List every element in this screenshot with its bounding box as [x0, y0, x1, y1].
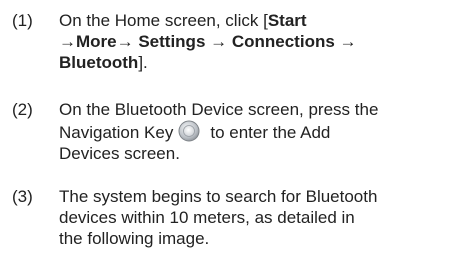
- navigation-key-icon: [178, 120, 200, 142]
- step-2-text: On the Bluetooth Device screen, press th…: [59, 99, 454, 164]
- step-3-line-2: devices within 10 meters, as detailed in: [59, 208, 355, 227]
- step-1-menu-path: →More→ Settings → Connections →: [59, 32, 357, 51]
- step-1-number: (1): [12, 11, 33, 30]
- step-2-line-2: Navigation Key to enter the Add: [59, 120, 454, 143]
- step-1-line-1: On the Home screen, click [Start: [59, 10, 454, 31]
- step-1-start-label: Start: [267, 11, 307, 30]
- step-3-line-3: the following image.: [59, 229, 210, 248]
- step-1-line-3-suffix: ].: [138, 53, 148, 72]
- step-3-number: (3): [12, 187, 33, 206]
- step-2-line-3: Devices screen.: [59, 144, 180, 163]
- instruction-document: (1) On the Home screen, click [Start →Mo…: [0, 0, 464, 262]
- step-2-line-2-before-icon: Navigation Key: [59, 123, 174, 142]
- step-1-line-1-prefix: On the Home screen, click [: [59, 11, 268, 30]
- step-3-line-1: The system begins to search for Bluetoot…: [59, 187, 378, 206]
- step-1-bluetooth-label: Bluetooth: [59, 53, 139, 72]
- step-2-line-1: On the Bluetooth Device screen, press th…: [59, 100, 379, 119]
- step-1-text: On the Home screen, click [Start →More→ …: [59, 10, 454, 73]
- step-2-line-2-after-icon: to enter the Add: [210, 123, 331, 142]
- step-3-text: The system begins to search for Bluetoot…: [59, 186, 454, 249]
- step-1-line-3: Bluetooth].: [59, 52, 454, 73]
- step-2-number: (2): [12, 100, 33, 119]
